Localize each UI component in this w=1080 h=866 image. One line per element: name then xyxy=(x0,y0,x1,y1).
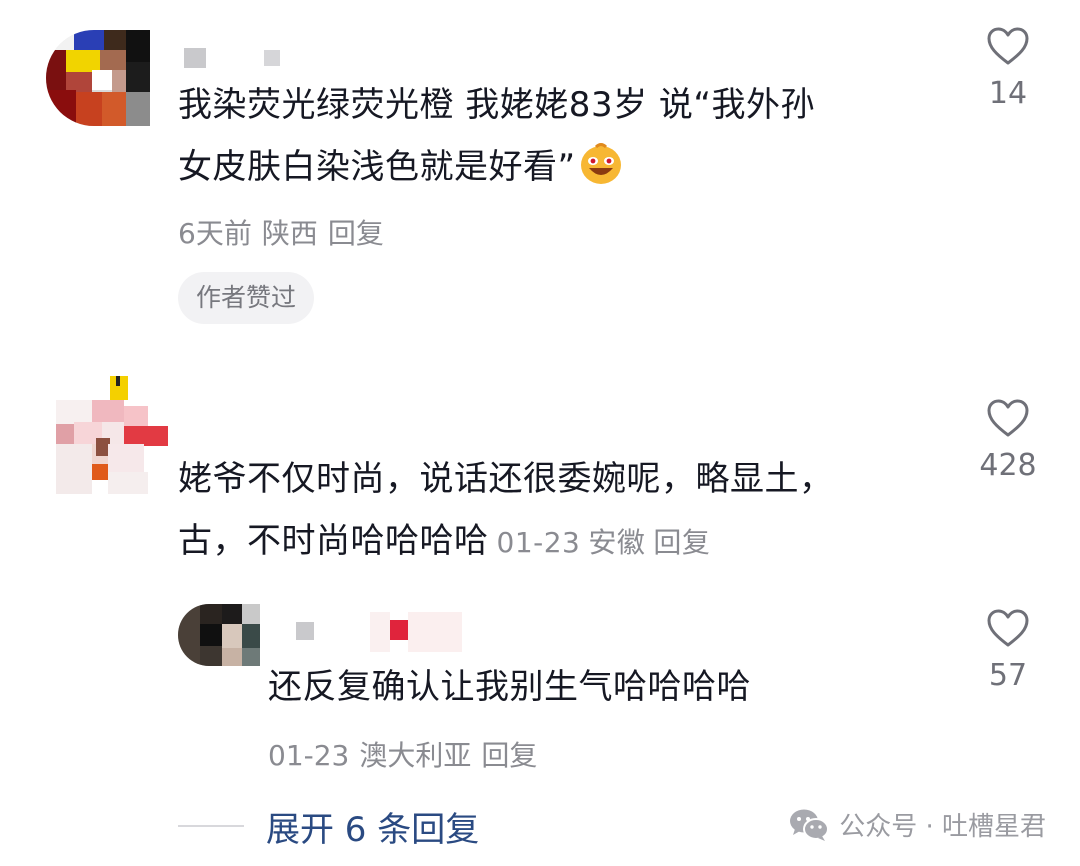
like-button[interactable]: 428 xyxy=(968,398,1048,483)
comment-line: 女皮肤白染浅色就是好看” xyxy=(178,136,938,198)
heart-icon xyxy=(987,609,1029,647)
comment-location: 陕西 xyxy=(261,217,318,250)
reply-button[interactable]: 回复 xyxy=(481,739,537,772)
heart-icon xyxy=(987,399,1029,437)
like-count: 428 xyxy=(979,448,1037,483)
comment-time: 01-23 xyxy=(496,526,581,559)
username-blurred[interactable] xyxy=(296,612,466,652)
watermark: 公众号 · 吐槽星君 xyxy=(789,806,1046,843)
comment-line-text: 女皮肤白染浅色就是好看” xyxy=(178,147,576,187)
like-button[interactable]: 57 xyxy=(968,608,1048,693)
comment-line: 姥爷不仅时尚，说话还很委婉呢，略显土， xyxy=(178,459,834,499)
watermark-text: 公众号 · 吐槽星君 xyxy=(839,812,1046,842)
comment-text: 我染荧光绿荧光橙 我姥姥83岁 说“我外孙 女皮肤白染浅色就是好看” xyxy=(178,74,938,198)
comment-meta: 6天前 陕西 回复 xyxy=(178,212,394,252)
reply-button[interactable]: 回复 xyxy=(653,526,710,559)
reply-time: 01-23 xyxy=(268,739,350,772)
like-button[interactable]: 14 xyxy=(968,26,1048,111)
comment-meta: 01-23 安徽 回复 xyxy=(497,526,719,559)
username-blurred[interactable] xyxy=(184,48,284,70)
comment-location: 安徽 xyxy=(588,526,646,559)
avatar[interactable] xyxy=(56,376,168,494)
wechat-icon xyxy=(790,809,830,841)
reply-location: 澳大利亚 xyxy=(359,739,472,772)
comment-line: 古，不时尚哈哈哈哈 01-23 安徽 回复 xyxy=(178,510,938,574)
like-count: 14 xyxy=(988,76,1028,111)
author-liked-badge: 作者赞过 xyxy=(178,272,315,324)
reply-meta: 01-23 澳大利亚 回复 xyxy=(268,734,547,774)
comment-text: 姥爷不仅时尚，说话还很委婉呢，略显土， 古，不时尚哈哈哈哈 01-23 安徽 回复 xyxy=(178,448,938,574)
expand-replies-label: 展开 6 条回复 xyxy=(266,809,480,850)
reply-text: 还反复确认让我别生气哈哈哈哈 xyxy=(268,667,751,707)
like-count: 57 xyxy=(988,658,1028,693)
avatar[interactable] xyxy=(178,604,260,666)
avatar[interactable] xyxy=(46,30,150,126)
reply-button[interactable]: 回复 xyxy=(328,217,384,250)
comment-time: 6天前 xyxy=(178,217,252,250)
laughing-face-emoji xyxy=(580,143,621,184)
divider-line xyxy=(178,825,244,827)
comment-line-text: 古，不时尚哈哈哈哈 xyxy=(178,521,489,561)
heart-icon xyxy=(987,27,1029,65)
comment-line: 我染荧光绿荧光橙 我姥姥83岁 说“我外孙 xyxy=(178,85,815,125)
expand-replies-button[interactable]: 展开 6 条回复 xyxy=(178,800,479,852)
